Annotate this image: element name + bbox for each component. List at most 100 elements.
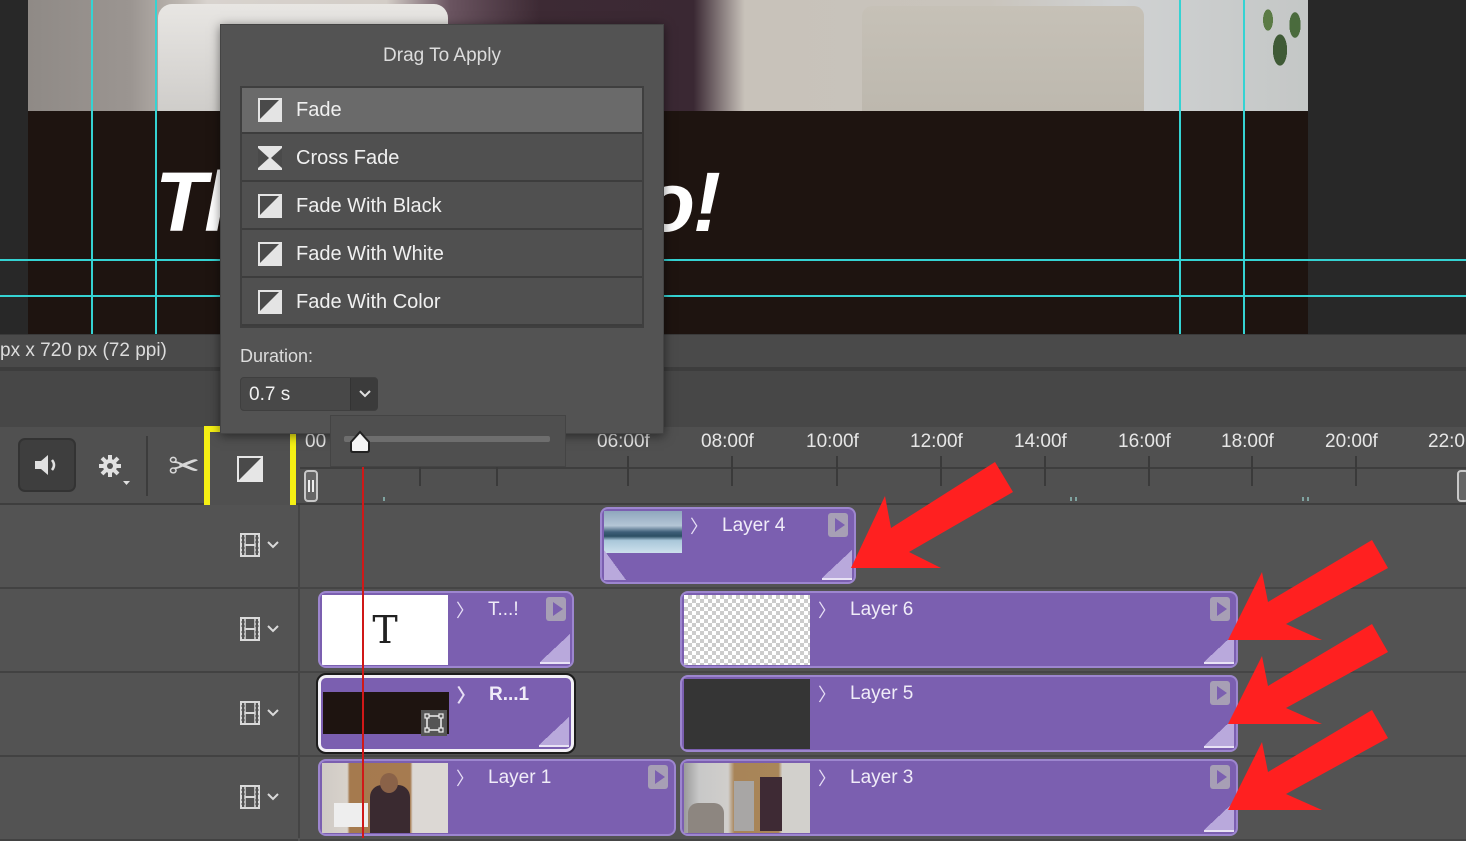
expand-chevron-icon[interactable]: 〉 [457,682,475,708]
track-media-menu[interactable] [240,617,280,641]
guide-vertical[interactable] [1179,0,1181,334]
clip-thumbnail [684,763,810,833]
ruler-label: 22:0 [1428,431,1465,452]
ruler-label: 18:00f [1221,431,1274,452]
expand-chevron-icon[interactable]: 〉 [818,597,836,623]
transition-item[interactable]: Fade With White [242,232,642,278]
duration-dropdown-button[interactable] [350,378,378,410]
toolbar-divider [146,436,148,496]
clip-name: Layer 4 [722,515,786,536]
work-area-end-handle[interactable] [1457,470,1466,502]
clip-rectangle-layer[interactable]: 〉 R...1 [316,673,576,754]
ruler-tick [1044,456,1046,486]
transition-label: Fade With Color [296,290,441,313]
chevron-down-icon [267,709,279,717]
ruler-tick [1148,456,1150,486]
annotation-arrow [1228,710,1388,810]
track-header [0,673,298,757]
transition-item[interactable]: Fade With Color [242,280,642,326]
track-header [0,757,298,841]
ruler-label: 14:00f [1014,431,1067,452]
transition-label: Fade With White [296,242,444,265]
document-size-info: px x 720 px (72 ppi) [0,340,167,361]
clip-layer-3[interactable]: 〉 Layer 3 [680,759,1238,836]
marker [1075,497,1077,501]
work-area-start-handle[interactable] [304,470,318,502]
ruler-label: 12:00f [910,431,963,452]
transition-label: Fade [296,98,342,121]
clip-options-icon[interactable] [648,765,668,789]
fade-icon [258,290,282,314]
transition-item[interactable]: Fade [242,88,642,134]
expand-chevron-icon[interactable]: 〉 [818,681,836,707]
ruler-tick [1251,456,1253,486]
chevron-down-icon [267,625,279,633]
ruler-label: 08:00f [701,431,754,452]
clip-name: Layer 5 [850,683,914,704]
track-header [0,505,298,589]
ruler-tick [1355,456,1357,486]
clip-name: T...! [488,599,519,620]
fade-out-handle[interactable] [539,717,569,747]
duration-slider-thumb[interactable] [348,430,372,454]
ruler-label: 20:00f [1325,431,1378,452]
clip-name: Layer 1 [488,767,552,788]
fade-icon [258,242,282,266]
ruler-label: 00 [305,431,327,452]
track-media-menu[interactable] [240,701,280,725]
settings-button[interactable] [90,446,134,490]
clip-thumbnail [684,595,810,665]
photo-laptop-right [862,6,1144,111]
marker [1307,497,1309,501]
fade-in-handle[interactable] [604,550,626,580]
fade-out-handle[interactable] [540,634,570,664]
audio-button[interactable] [18,438,76,492]
speaker-icon [35,455,56,475]
shape-icon [421,710,447,736]
clip-thumbnail [322,763,448,833]
film-strip-icon [240,785,260,809]
playhead[interactable] [362,430,364,838]
clip-name: R...1 [489,684,530,705]
clip-options-icon[interactable] [546,597,566,621]
clip-thumbnail: T [322,595,448,665]
film-strip-icon [240,617,260,641]
marker [1302,497,1304,501]
clip-layer-6[interactable]: 〉 Layer 6 [680,591,1238,668]
clip-layer-1[interactable]: 〉 Layer 1 [318,759,676,836]
annotation-arrow [851,462,1013,568]
ruler-tick [627,456,629,486]
transition-icon [237,456,263,482]
clip-text-layer[interactable]: T 〉 T...! [318,591,574,668]
expand-chevron-icon[interactable]: 〉 [818,765,836,791]
split-button[interactable]: ✂ [162,444,206,488]
guide-vertical[interactable] [1243,0,1245,334]
clip-thumbnail [604,511,682,553]
fade-icon [258,194,282,218]
cross-fade-icon [258,146,282,170]
ruler-label: 10:00f [806,431,859,452]
photo-plant [1240,0,1308,100]
scissors-icon: ✂ [168,445,200,488]
clip-layer-4[interactable]: 〉 Layer 4 [600,507,856,584]
ruler-label: 16:00f [1118,431,1171,452]
guide-vertical[interactable] [155,0,157,334]
popover-title: Drag To Apply [383,45,501,66]
expand-chevron-icon[interactable]: 〉 [456,765,474,791]
track-media-menu[interactable] [240,533,280,557]
transition-item[interactable]: Fade With Black [242,184,642,230]
guide-vertical[interactable] [91,0,93,334]
transition-button[interactable] [204,426,296,512]
duration-slider-track[interactable] [344,436,550,442]
transition-item[interactable]: Cross Fade [242,136,642,182]
expand-chevron-icon[interactable]: 〉 [456,597,474,623]
ruler-tick [731,456,733,486]
track-media-menu[interactable] [240,785,280,809]
track-header [0,589,298,673]
chevron-down-icon [267,793,279,801]
clip-name: Layer 6 [850,599,914,620]
film-strip-icon [240,701,260,725]
expand-chevron-icon[interactable]: 〉 [690,513,708,539]
clip-layer-5[interactable]: 〉 Layer 5 [680,675,1238,752]
duration-value[interactable]: 0.7 s [249,384,290,406]
